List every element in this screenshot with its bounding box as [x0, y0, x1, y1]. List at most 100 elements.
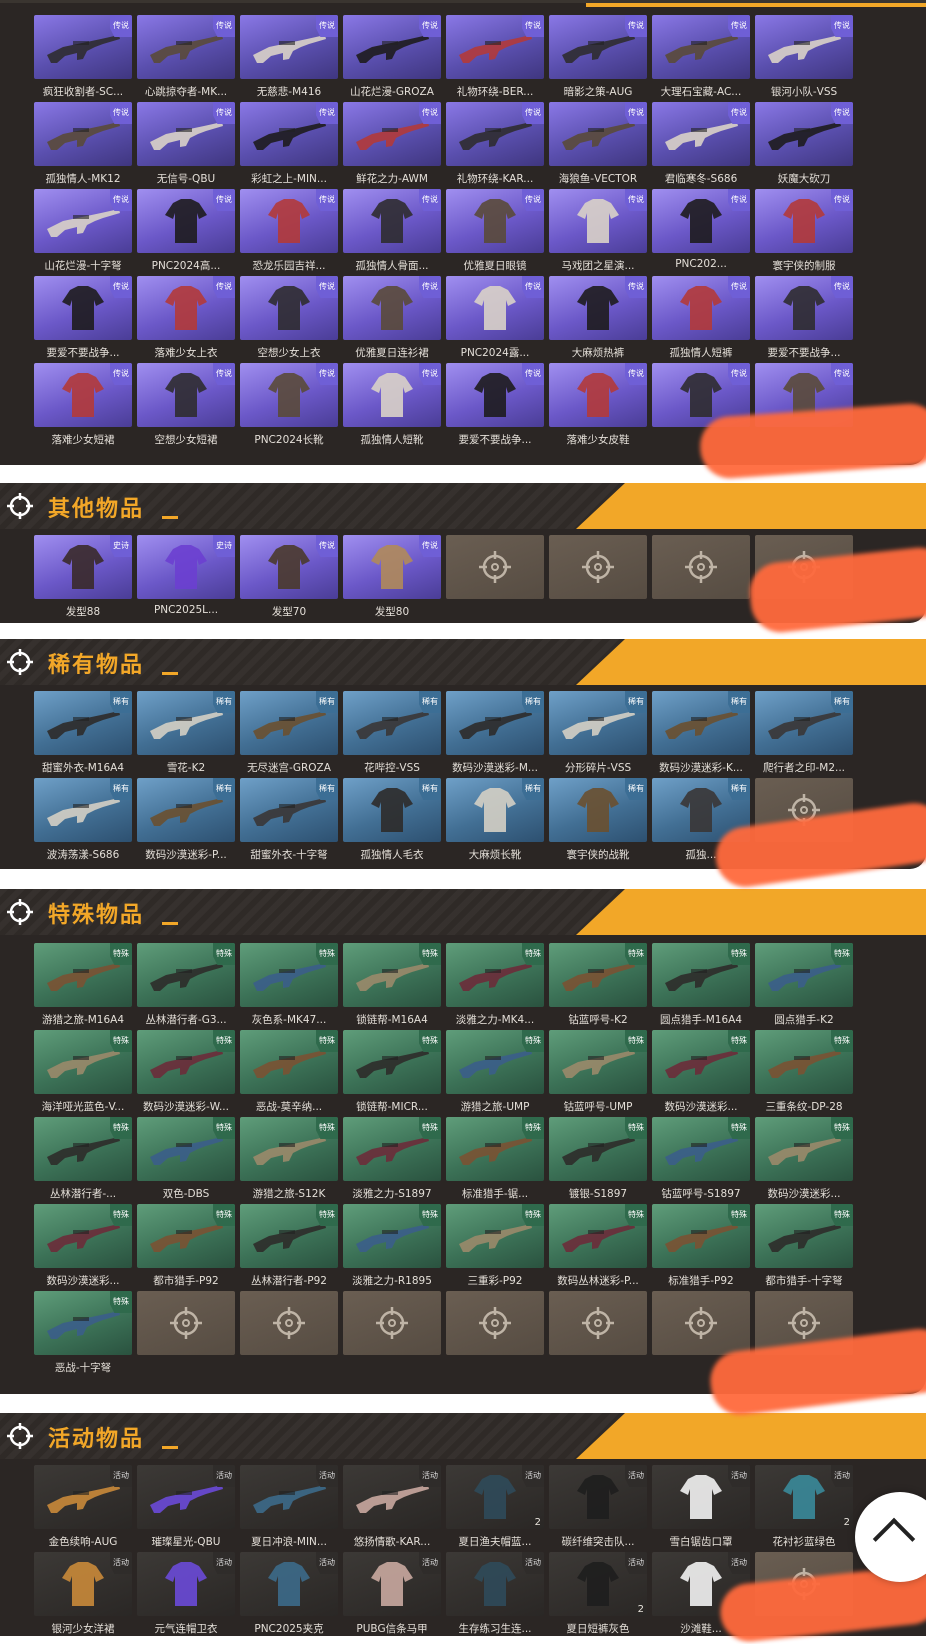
empty-slot[interactable] — [137, 1291, 235, 1355]
inventory-item[interactable]: 活动 生存练习生连... — [446, 1552, 544, 1636]
inventory-item[interactable]: 传说 孤独情人骨面... — [343, 189, 441, 273]
inventory-item[interactable]: 传说 礼物环绕-KAR... — [446, 102, 544, 186]
inventory-item[interactable]: 活动 2 夏日渔夫帽蓝... — [446, 1465, 544, 1549]
inventory-item[interactable]: 特殊 都市猎手-P92 — [137, 1204, 235, 1288]
inventory-item[interactable]: 传说 落难少女上衣 — [137, 276, 235, 360]
inventory-item[interactable]: 传说 空想少女短裙 — [137, 363, 235, 447]
inventory-item[interactable]: 活动 2 夏日短裤灰色 — [549, 1552, 647, 1636]
inventory-item[interactable]: 传说 礼物环绕-BER... — [446, 15, 544, 99]
inventory-item[interactable]: 史诗 发型88 — [34, 535, 132, 619]
inventory-item[interactable]: 特殊 数码沙漠迷彩-W... — [137, 1030, 235, 1114]
inventory-item[interactable]: 特殊 丛林潜行者-P92 — [240, 1204, 338, 1288]
inventory-item[interactable]: 传说 暗影之策-AUG — [549, 15, 647, 99]
inventory-item[interactable]: 传说 发型70 — [240, 535, 338, 619]
inventory-item[interactable]: 传说 恐龙乐园吉祥... — [240, 189, 338, 273]
inventory-item[interactable]: 传说 心跳掠夺者-MK... — [137, 15, 235, 99]
inventory-item[interactable]: 传说 PNC2024高... — [137, 189, 235, 273]
inventory-item[interactable]: 传说 彩虹之上-MIN... — [240, 102, 338, 186]
inventory-item[interactable]: 传说 山花烂漫-十字弩 — [34, 189, 132, 273]
inventory-item[interactable]: 稀有 数码沙漠迷彩-P... — [137, 778, 235, 862]
inventory-item[interactable]: 特殊 都市猎手-十字弩 — [755, 1204, 853, 1288]
inventory-item[interactable]: 特殊 淡雅之力-S1897 — [343, 1117, 441, 1201]
empty-slot[interactable] — [240, 1291, 338, 1355]
inventory-item[interactable]: 稀有 甜蜜外衣-十字弩 — [240, 778, 338, 862]
inventory-item[interactable]: 特殊 三重彩-P92 — [446, 1204, 544, 1288]
inventory-item[interactable]: 传说 PNC2024露... — [446, 276, 544, 360]
inventory-item[interactable]: 传说 大麻烦热裤 — [549, 276, 647, 360]
inventory-item[interactable]: 传说 孤独情人-MK12 — [34, 102, 132, 186]
inventory-item[interactable]: 稀有 数码沙漠迷彩-M... — [446, 691, 544, 775]
inventory-item[interactable]: 传说 孤独情人短裤 — [652, 276, 750, 360]
inventory-item[interactable]: 活动 2 花衬衫蓝绿色 — [755, 1465, 853, 1549]
inventory-item[interactable]: 活动 雪白锯齿口罩 — [652, 1465, 750, 1549]
inventory-item[interactable]: 稀有 大麻烦长靴 — [446, 778, 544, 862]
inventory-item[interactable]: 稀有 雪花-K2 — [137, 691, 235, 775]
inventory-item[interactable]: 传说 PNC202... — [652, 189, 750, 270]
inventory-item[interactable]: 稀有 无尽迷宫-GROZA — [240, 691, 338, 775]
inventory-item[interactable]: 传说 银河小队-VSS — [755, 15, 853, 99]
inventory-item[interactable]: 传说 寰宇侠的制服 — [755, 189, 853, 273]
empty-slot[interactable] — [343, 1291, 441, 1355]
inventory-item[interactable]: 特殊 灰色系-MK47... — [240, 943, 338, 1027]
inventory-item[interactable]: 传说 要爱不要战争... — [446, 363, 544, 447]
empty-slot[interactable] — [652, 1291, 750, 1355]
inventory-item[interactable]: 特殊 镀银-S1897 — [549, 1117, 647, 1201]
inventory-item[interactable]: 活动 PNC2025夹克 — [240, 1552, 338, 1636]
inventory-item[interactable]: 特殊 游猎之旅-S12K — [240, 1117, 338, 1201]
inventory-item[interactable]: 特殊 圆点猎手-M16A4 — [652, 943, 750, 1027]
inventory-item[interactable]: 传说 优雅夏日眼镜 — [446, 189, 544, 273]
inventory-item[interactable]: 活动 元气连帽卫衣 — [137, 1552, 235, 1636]
inventory-item[interactable]: 活动 PUBG信条马甲 — [343, 1552, 441, 1636]
inventory-item[interactable]: 传说 PNC2024长靴 — [240, 363, 338, 447]
inventory-item[interactable]: 史诗 PNC2025L... — [137, 535, 235, 616]
inventory-item[interactable]: 特殊 恶战-十字弩 — [34, 1291, 132, 1375]
empty-slot[interactable] — [446, 535, 544, 599]
inventory-item[interactable]: 稀有 甜蜜外衣-M16A4 — [34, 691, 132, 775]
inventory-item[interactable]: 特殊 丛林潜行者-... — [34, 1117, 132, 1201]
inventory-item[interactable]: 特殊 钴蓝呼号-UMP — [549, 1030, 647, 1114]
inventory-item[interactable]: 传说 君临寒冬-S686 — [652, 102, 750, 186]
inventory-item[interactable]: 特殊 数码沙漠迷彩... — [755, 1117, 853, 1201]
inventory-item[interactable]: 特殊 数码沙漠迷彩... — [652, 1030, 750, 1114]
inventory-item[interactable]: 特殊 钴蓝呼号-S1897 — [652, 1117, 750, 1201]
inventory-item[interactable]: 活动 璀璨星光-QBU — [137, 1465, 235, 1549]
inventory-item[interactable]: 特殊 标准猎手-锯... — [446, 1117, 544, 1201]
inventory-item[interactable]: 稀有 花哔控-VSS — [343, 691, 441, 775]
inventory-item[interactable]: 稀有 分形碎片-VSS — [549, 691, 647, 775]
inventory-item[interactable]: 特殊 数码丛林迷彩-P... — [549, 1204, 647, 1288]
inventory-item[interactable]: 稀有 波涛荡漾-S686 — [34, 778, 132, 862]
inventory-item[interactable]: 传说 大理石宝藏-AC... — [652, 15, 750, 99]
inventory-item[interactable]: 传说 妖魔大砍刀 — [755, 102, 853, 186]
inventory-item[interactable]: 特殊 恶战-莫辛纳... — [240, 1030, 338, 1114]
empty-slot[interactable] — [446, 1291, 544, 1355]
inventory-item[interactable]: 特殊 海洋哑光蓝色-V... — [34, 1030, 132, 1114]
empty-slot[interactable] — [652, 535, 750, 599]
inventory-item[interactable]: 传说 海狼鱼-VECTOR — [549, 102, 647, 186]
inventory-item[interactable]: 传说 要爱不要战争... — [34, 276, 132, 360]
inventory-item[interactable]: 传说 无信号-QBU — [137, 102, 235, 186]
inventory-item[interactable]: 稀有 数码沙漠迷彩-K... — [652, 691, 750, 775]
inventory-item[interactable]: 特殊 淡雅之力-MK4... — [446, 943, 544, 1027]
inventory-item[interactable]: 稀有 爬行者之印-M2... — [755, 691, 853, 775]
empty-slot[interactable] — [549, 1291, 647, 1355]
inventory-item[interactable]: 特殊 标准猎手-P92 — [652, 1204, 750, 1288]
inventory-item[interactable]: 活动 悠扬情歌-KAR... — [343, 1465, 441, 1549]
inventory-item[interactable]: 活动 金色续响-AUG — [34, 1465, 132, 1549]
empty-slot[interactable] — [549, 535, 647, 599]
inventory-item[interactable]: 传说 优雅夏日连衫裙 — [343, 276, 441, 360]
inventory-item[interactable]: 传说 空想少女上衣 — [240, 276, 338, 360]
inventory-item[interactable]: 传说 马戏团之星演... — [549, 189, 647, 273]
inventory-item[interactable]: 特殊 数码沙漠迷彩... — [34, 1204, 132, 1288]
inventory-item[interactable]: 特殊 丛林潜行者-G3... — [137, 943, 235, 1027]
inventory-item[interactable]: 传说 孤独情人短靴 — [343, 363, 441, 447]
inventory-item[interactable]: 传说 无慈悲-M416 — [240, 15, 338, 99]
inventory-item[interactable]: 传说 鲜花之力-AWM — [343, 102, 441, 186]
inventory-item[interactable]: 特殊 游猎之旅-UMP — [446, 1030, 544, 1114]
inventory-item[interactable]: 稀有 孤独情人毛衣 — [343, 778, 441, 862]
inventory-item[interactable]: 特殊 三重条纹-DP-28 — [755, 1030, 853, 1114]
inventory-item[interactable]: 传说 落难少女短裙 — [34, 363, 132, 447]
inventory-item[interactable]: 传说 要爱不要战争... — [755, 276, 853, 360]
inventory-item[interactable]: 传说 山花烂漫-GROZA — [343, 15, 441, 99]
inventory-item[interactable]: 特殊 锁链帮-MICR... — [343, 1030, 441, 1114]
inventory-item[interactable]: 稀有 寰宇侠的战靴 — [549, 778, 647, 862]
